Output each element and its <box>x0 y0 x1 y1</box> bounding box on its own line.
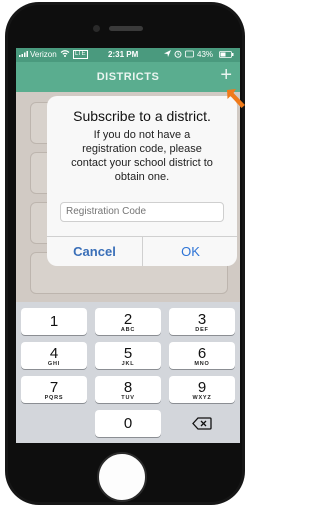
alarm-icon <box>174 50 182 60</box>
key-3[interactable]: 3 DEF <box>169 308 235 335</box>
key-digit: 5 <box>123 345 133 362</box>
key-letters: TUV <box>121 395 135 401</box>
key-digit: 0 <box>123 415 133 432</box>
front-camera <box>93 25 100 32</box>
key-8[interactable]: 8 TUV <box>95 376 161 403</box>
key-7[interactable]: 7 PQRS <box>21 376 87 403</box>
subscribe-dialog: Subscribe to a district. If you do not h… <box>47 96 237 266</box>
key-4[interactable]: 4 GHI <box>21 342 87 369</box>
wifi-icon <box>60 49 70 60</box>
location-icon <box>164 50 171 60</box>
key-letters: JKL <box>121 361 135 367</box>
earpiece-speaker <box>109 26 143 31</box>
key-digit: 6 <box>197 345 207 362</box>
status-time: 2:31 PM <box>108 50 139 59</box>
signal-icon <box>19 50 29 59</box>
cancel-button[interactable]: Cancel <box>47 237 142 266</box>
dialog-message-line: contact your school district to <box>71 157 213 169</box>
dialog-message-line: registration code, please <box>82 143 202 155</box>
key-digit: 2 <box>123 311 133 328</box>
key-letters: WXYZ <box>192 395 212 401</box>
network-badge: LTE <box>73 50 88 59</box>
key-0[interactable]: 0 <box>95 410 161 437</box>
registration-code-input[interactable] <box>60 202 224 222</box>
key-digit: 7 <box>49 379 59 396</box>
key-letters: MNO <box>194 361 210 367</box>
key-2[interactable]: 2 ABC <box>95 308 161 335</box>
nav-bar: DISTRICTS + <box>16 62 240 92</box>
dialog-message-line: obtain one. <box>114 171 170 183</box>
screen-lock-icon <box>185 50 194 60</box>
numeric-keypad: 1 2 ABC 3 DEF 4 GHI 5 JKL 6 MNO 7 PQRS 8… <box>16 302 240 443</box>
add-district-button[interactable]: + <box>220 64 232 87</box>
key-5[interactable]: 5 JKL <box>95 342 161 369</box>
key-1[interactable]: 1 <box>21 308 87 335</box>
carrier-label: Verizon <box>30 50 57 59</box>
orange-pointer-arrow-icon <box>224 86 246 110</box>
battery-percent: 43% <box>197 50 214 59</box>
dialog-message-line: If you do not have a <box>93 129 191 141</box>
key-letters: DEF <box>195 327 209 333</box>
key-digit: 8 <box>123 379 133 396</box>
key-9[interactable]: 9 WXYZ <box>169 376 235 403</box>
battery-icon <box>219 51 234 60</box>
key-digit: 4 <box>49 345 59 362</box>
key-digit: 1 <box>49 313 59 330</box>
backspace-button[interactable] <box>169 410 235 437</box>
backspace-icon <box>191 417 213 441</box>
dialog-message: If you do not have a registration code, … <box>55 128 229 184</box>
key-letters: PQRS <box>44 395 64 401</box>
page-title: DISTRICTS <box>96 71 160 83</box>
ok-button[interactable]: OK <box>143 237 237 266</box>
dialog-title: Subscribe to a district. <box>73 108 211 124</box>
home-button[interactable] <box>97 452 147 502</box>
key-digit: 9 <box>197 379 207 396</box>
phone-screen: Verizon LTE 2:31 PM 43% DISTRICTS + Subs… <box>16 48 240 443</box>
key-letters: ABC <box>120 327 136 333</box>
status-bar: Verizon LTE 2:31 PM 43% <box>16 48 240 62</box>
key-6[interactable]: 6 MNO <box>169 342 235 369</box>
key-digit: 3 <box>197 311 207 328</box>
key-letters: GHI <box>47 361 61 367</box>
plus-icon: + <box>220 64 232 86</box>
